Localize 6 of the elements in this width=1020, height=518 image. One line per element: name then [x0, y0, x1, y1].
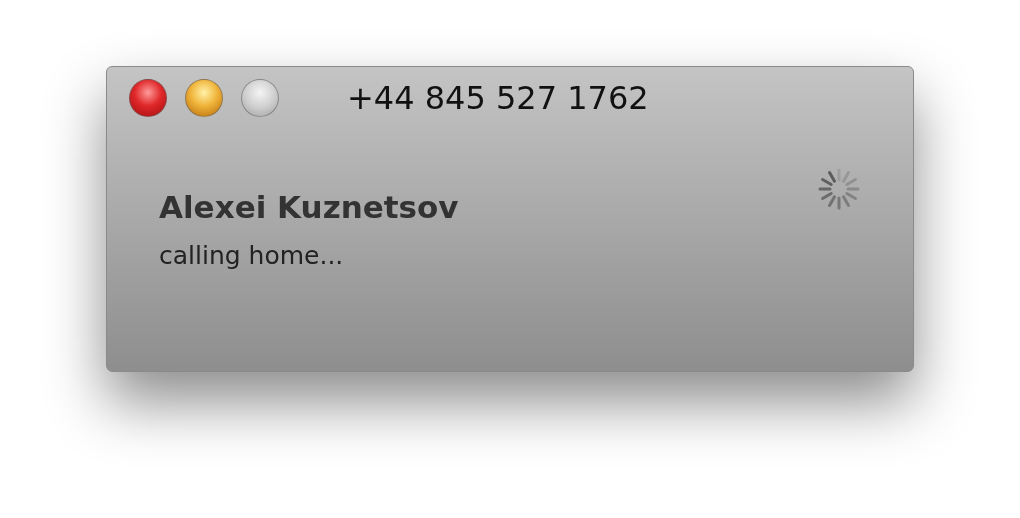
minimize-button[interactable]: [185, 79, 223, 117]
close-button[interactable]: [129, 79, 167, 117]
call-status: calling home...: [159, 240, 345, 272]
window-title: +44 845 527 1762: [347, 78, 649, 119]
spinner-icon: [817, 167, 861, 211]
caller-name: Alexei Kuznetsov: [159, 189, 460, 225]
